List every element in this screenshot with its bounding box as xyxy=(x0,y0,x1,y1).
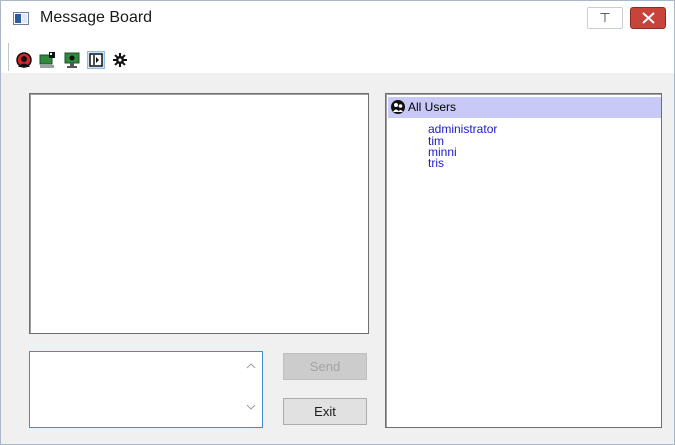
message-history[interactable] xyxy=(29,93,369,334)
user-item[interactable]: tris xyxy=(428,157,497,169)
block-user-icon[interactable] xyxy=(15,51,33,69)
monitor-view-icon[interactable] xyxy=(63,51,81,69)
users-panel[interactable]: All Users administrator tim minni tris xyxy=(385,93,662,428)
window-title: Message Board xyxy=(40,9,153,26)
all-users-item[interactable]: All Users xyxy=(388,97,661,118)
title-bar: Message Board ⊤ xyxy=(1,1,674,39)
message-input[interactable] xyxy=(29,351,263,428)
scroll-up-icon[interactable] xyxy=(242,362,260,378)
close-icon xyxy=(642,12,655,24)
panel-toggle-icon[interactable] xyxy=(87,51,105,69)
close-button[interactable] xyxy=(630,7,666,29)
pin-button[interactable]: ⊤ xyxy=(587,7,623,29)
scroll-down-icon[interactable] xyxy=(242,403,260,419)
exit-button[interactable]: Exit xyxy=(283,398,367,425)
user-list: administrator tim minni tris xyxy=(428,122,497,169)
toolbar xyxy=(1,39,674,73)
send-button[interactable]: Send xyxy=(283,353,367,380)
app-icon xyxy=(13,12,29,25)
toolbar-grip xyxy=(8,43,9,71)
gear-icon[interactable] xyxy=(111,51,129,69)
all-users-label: All Users xyxy=(408,100,457,114)
pin-icon: ⊤ xyxy=(599,11,611,26)
message-board-window: Message Board ⊤ Send Exit All Users admi… xyxy=(0,0,675,445)
monitor-share-icon[interactable] xyxy=(39,51,57,69)
users-group-icon xyxy=(391,100,405,114)
